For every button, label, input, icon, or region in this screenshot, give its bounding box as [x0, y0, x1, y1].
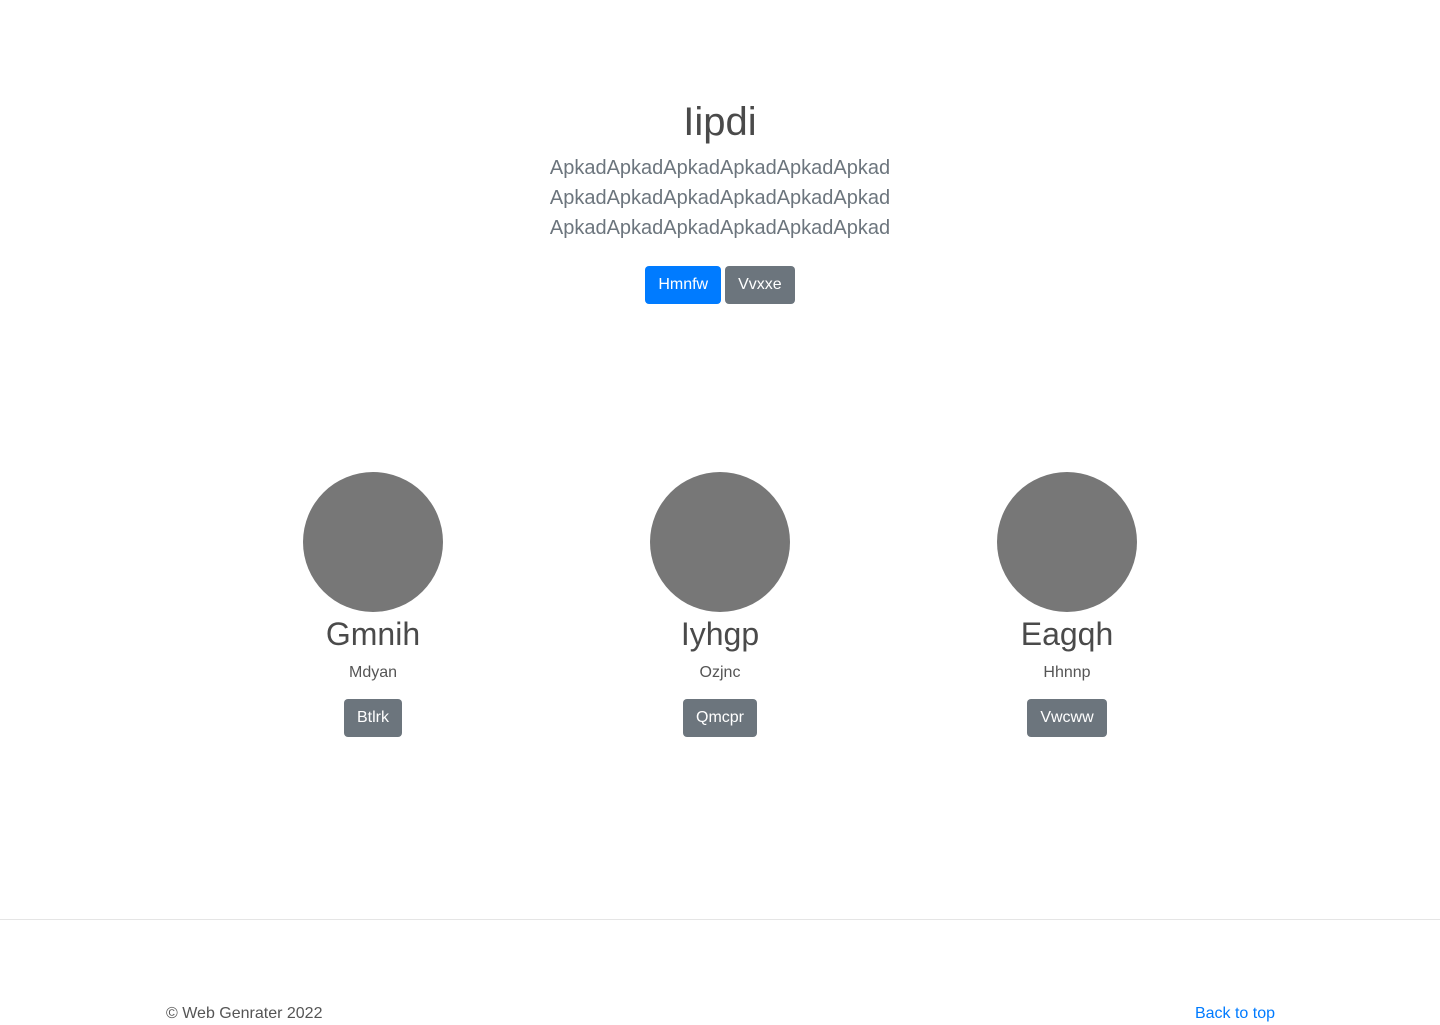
footer-divider — [0, 919, 1440, 920]
card-actions: Qmcpr — [570, 699, 870, 737]
card-button[interactable]: Btlrk — [344, 699, 402, 737]
footer-copyright: © Web Genrater 2022 — [166, 1005, 323, 1022]
card-button[interactable]: Vwcww — [1027, 699, 1107, 737]
card-actions: Vwcww — [917, 699, 1217, 737]
card-name: Iyhgp — [680, 616, 760, 652]
hero-lead-line: ApkadApkadApkadApkadApkadApkad — [549, 187, 891, 209]
profile-card: Eagqh Hhnnp Vwcww — [917, 472, 1217, 737]
hero-lead-line: ApkadApkadApkadApkadApkadApkad — [549, 157, 891, 179]
avatar-placeholder — [303, 472, 443, 612]
hero-lead: ApkadApkadApkadApkadApkadApkad ApkadApka… — [0, 153, 1440, 243]
card-button[interactable]: Qmcpr — [683, 699, 757, 737]
card-subtitle: Ozjnc — [699, 664, 741, 681]
page-title: Iipdi — [683, 100, 757, 144]
hero-actions: Hmnfw Vvxxe — [0, 266, 1440, 304]
card-name: Gmnih — [325, 616, 421, 652]
card-subtitle: Hhnnp — [1043, 664, 1091, 681]
profile-card: Gmnih Mdyan Btlrk — [223, 472, 523, 737]
back-to-top-link[interactable]: Back to top — [1195, 1004, 1275, 1024]
hero-secondary-button[interactable]: Vvxxe — [725, 266, 795, 304]
avatar-placeholder — [650, 472, 790, 612]
hero-primary-button[interactable]: Hmnfw — [645, 266, 722, 304]
card-actions: Btlrk — [223, 699, 523, 737]
hero-lead-line: ApkadApkadApkadApkadApkadApkad — [549, 217, 891, 239]
profile-card: Iyhgp Ozjnc Qmcpr — [570, 472, 870, 737]
avatar-placeholder — [997, 472, 1137, 612]
card-subtitle: Mdyan — [348, 664, 398, 681]
card-name: Eagqh — [1020, 616, 1114, 652]
